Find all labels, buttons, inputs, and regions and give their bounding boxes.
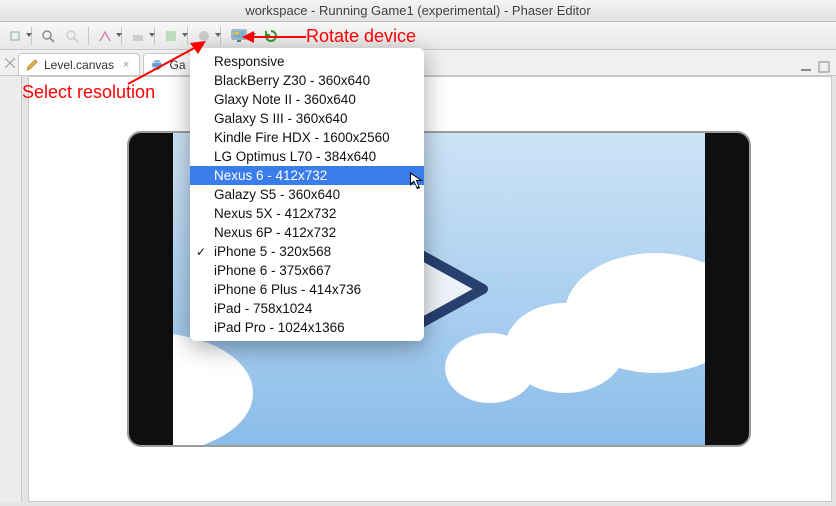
tab-overflow-left[interactable] [2, 51, 18, 75]
window-titlebar: workspace - Running Game1 (experimental)… [0, 0, 836, 22]
maximize-view-icon[interactable] [816, 59, 832, 75]
toolbar-separator [88, 27, 89, 45]
resolution-option[interactable]: Galazy S5 - 360x640 [190, 185, 424, 204]
resolution-option[interactable]: Glaxy Note II - 360x640 [190, 90, 424, 109]
resolution-option[interactable]: Nexus 5X - 412x732 [190, 204, 424, 223]
minimize-view-icon[interactable] [798, 59, 814, 75]
toolbar-btn-6[interactable] [160, 25, 182, 47]
resolution-option[interactable]: BlackBerry Z30 - 360x640 [190, 71, 424, 90]
toolbar-btn-4[interactable] [94, 25, 116, 47]
toolbar-zoom-out[interactable] [61, 25, 83, 47]
file-tab-game[interactable]: Ga [143, 53, 190, 75]
resolution-option[interactable]: Galaxy S III - 360x640 [190, 109, 424, 128]
toolbar-zoom-in[interactable] [37, 25, 59, 47]
resolution-option[interactable]: iPad - 758x1024 [190, 299, 424, 318]
toolbar-btn-7[interactable] [193, 25, 215, 47]
main-toolbar [0, 22, 836, 50]
editor-area [28, 76, 832, 502]
device-resolution-button[interactable] [228, 25, 250, 47]
resolution-option[interactable]: LG Optimus L70 - 384x640 [190, 147, 424, 166]
resolution-dropdown: ResponsiveBlackBerry Z30 - 360x640Glaxy … [190, 48, 424, 341]
monitor-icon [231, 28, 247, 44]
file-tab-level[interactable]: Level.canvas × [18, 53, 140, 75]
resolution-option[interactable]: iPad Pro - 1024x1366 [190, 318, 424, 337]
mouse-cursor-icon [409, 171, 425, 191]
rotate-device-button[interactable] [260, 25, 282, 47]
rotate-icon [263, 28, 279, 44]
globe-icon [150, 58, 164, 72]
pencil-icon [25, 58, 39, 72]
window-title: workspace - Running Game1 (experimental)… [245, 3, 590, 18]
resolution-option[interactable]: iPhone 6 Plus - 414x736 [190, 280, 424, 299]
toolbar-btn-5[interactable] [127, 25, 149, 47]
resolution-option[interactable]: Nexus 6 - 412x732 [190, 166, 424, 185]
resolution-option[interactable]: iPhone 6 - 375x667 [190, 261, 424, 280]
resolution-option[interactable]: Kindle Fire HDX - 1600x2560 [190, 128, 424, 147]
toolbar-btn-1[interactable] [4, 25, 26, 47]
left-sidebar [0, 76, 22, 502]
annotation-select: Select resolution [22, 82, 155, 103]
resolution-option[interactable]: Responsive [190, 52, 424, 71]
resolution-option[interactable]: Nexus 6P - 412x732 [190, 223, 424, 242]
close-icon[interactable]: × [123, 59, 129, 71]
check-icon: ✓ [196, 243, 206, 262]
cloud-shape [173, 333, 253, 445]
annotation-rotate: Rotate device [306, 26, 416, 47]
file-tab-label: Ga [169, 58, 185, 72]
file-tab-label: Level.canvas [44, 58, 114, 72]
resolution-option[interactable]: iPhone 5 - 320x568✓ [190, 242, 424, 261]
